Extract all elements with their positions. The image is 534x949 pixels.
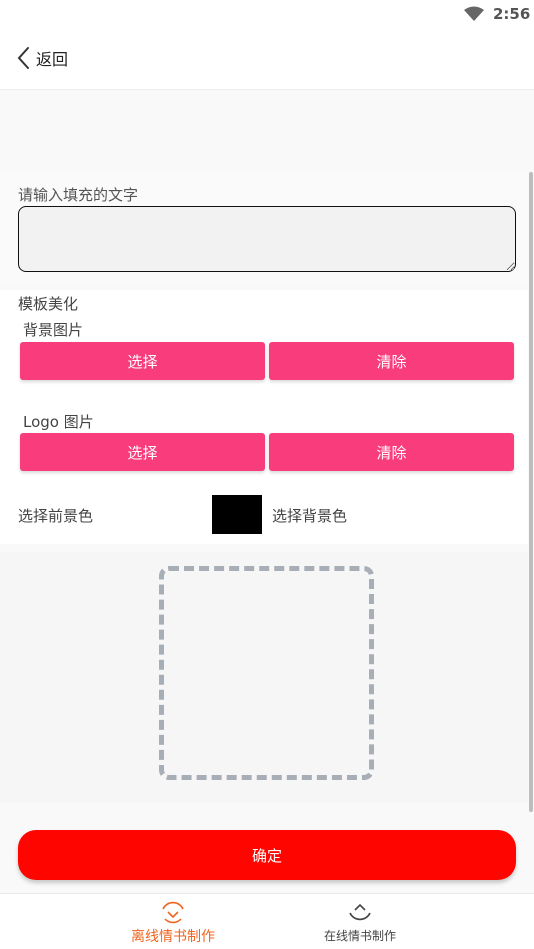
fg-color-swatch[interactable] <box>212 495 262 534</box>
bg-color-picker[interactable]: 选择背景色 <box>272 505 347 526</box>
tab-online[interactable]: 在线情书制作 <box>310 894 410 949</box>
status-time: 2:56 <box>493 5 531 23</box>
confirm-button[interactable]: 确定 <box>18 830 516 880</box>
chevron-left-icon <box>17 47 29 69</box>
back-button[interactable]: 返回 <box>16 46 68 70</box>
nav-bar: 返回 <box>0 28 534 90</box>
bg-image-label: 背景图片 <box>23 321 84 339</box>
logo-image-clear-button[interactable]: 清除 <box>269 433 514 471</box>
tab-bar: 离线情书制作 在线情书制作 <box>0 893 534 949</box>
preview-placeholder <box>159 566 374 780</box>
wifi-icon <box>464 6 484 21</box>
tab-offline[interactable]: 离线情书制作 <box>118 894 228 949</box>
template-section-title: 模板美化 <box>18 295 79 313</box>
logo-image-select-button[interactable]: 选择 <box>20 433 265 471</box>
input-label: 请输入填充的文字 <box>18 186 139 204</box>
chevron-down-circle-icon <box>162 901 184 924</box>
chevron-up-circle-icon <box>349 903 371 921</box>
bg-image-select-button[interactable]: 选择 <box>20 342 265 380</box>
fg-color-picker[interactable]: 选择前景色 <box>18 505 93 526</box>
status-bar: 2:56 <box>0 0 534 28</box>
tab-online-label: 在线情书制作 <box>323 929 396 943</box>
tab-offline-label: 离线情书制作 <box>131 929 215 945</box>
logo-image-label: Logo 图片 <box>23 413 94 431</box>
back-label: 返回 <box>36 50 69 69</box>
bg-image-clear-button[interactable]: 清除 <box>269 342 514 380</box>
text-input[interactable] <box>18 206 516 272</box>
scrollbar[interactable] <box>529 172 533 812</box>
